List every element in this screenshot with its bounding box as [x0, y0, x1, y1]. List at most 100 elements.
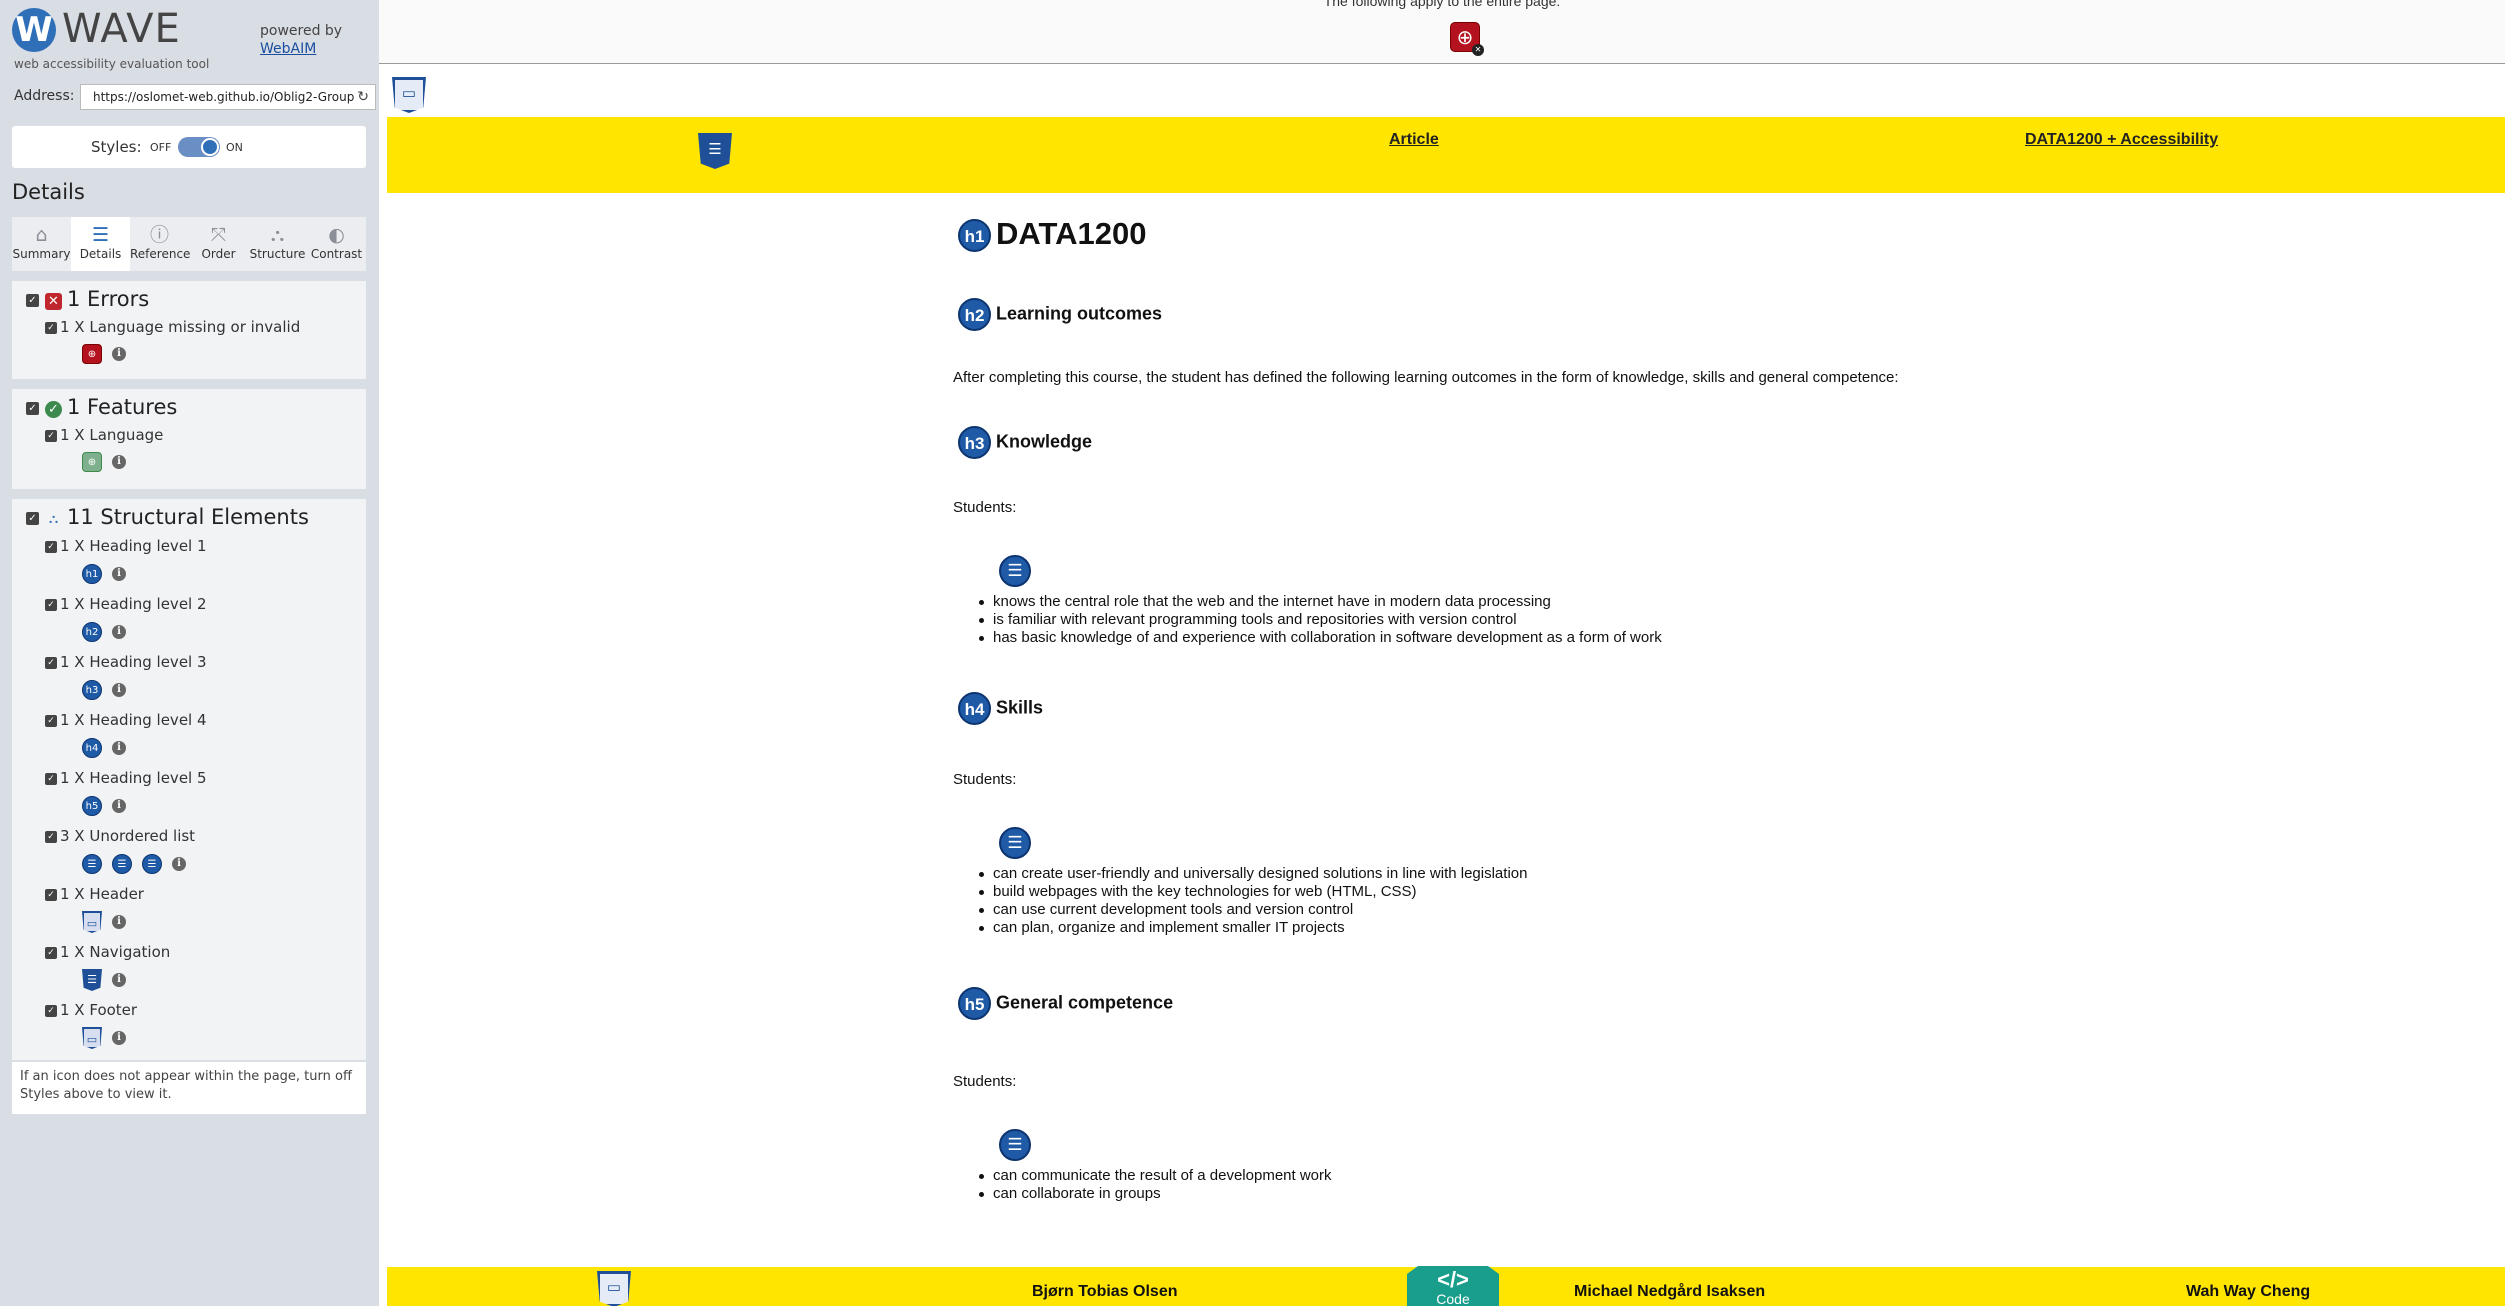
item-checkbox[interactable]: ✓	[45, 540, 57, 553]
wave-sidebar: W WAVE web accessibility evaluation tool…	[0, 0, 379, 1306]
page-heading-h4: h4 Skills	[958, 692, 1043, 725]
item-checkbox[interactable]: ✓	[45, 714, 57, 727]
feature-item-language[interactable]: ✓ 1 X Language	[45, 426, 163, 444]
info-icon[interactable]: i	[112, 454, 126, 469]
header-icon[interactable]: ▭	[82, 911, 102, 933]
heading-h1-icon[interactable]: h1	[958, 219, 991, 253]
errors-checkbox[interactable]: ✓	[26, 293, 39, 307]
wave-logo-subtitle: web accessibility evaluation tool	[14, 57, 210, 71]
heading-h5-icon[interactable]: h5	[82, 795, 102, 816]
item-checkbox[interactable]: ✓	[45, 598, 57, 611]
h5-icons: h5 i	[82, 795, 126, 819]
structure-item-footer[interactable]: ✓ 1 X Footer	[45, 1001, 137, 1019]
wave-logo[interactable]: W WAVE web accessibility evaluation tool…	[12, 6, 367, 72]
item-checkbox[interactable]: ✓	[45, 772, 57, 785]
heading-h4-icon[interactable]: h4	[958, 692, 991, 725]
errors-section: ✓ ✕ 1 Errors ✓ 1 X Language missing or inva…	[12, 281, 366, 379]
code-badge[interactable]: </> Code	[1407, 1266, 1499, 1306]
item-checkbox[interactable]: ✓	[45, 888, 57, 901]
features-heading[interactable]: ✓ ✓ 1 Features	[26, 395, 177, 419]
webaim-link[interactable]: WebAIM	[260, 40, 342, 58]
info-icon[interactable]: i	[112, 973, 126, 987]
error-item-checkbox[interactable]: ✓	[45, 321, 57, 334]
info-icon[interactable]: i	[112, 740, 126, 755]
language-feature-icon[interactable]: ⊕	[82, 451, 102, 472]
info-icon[interactable]: i	[112, 682, 126, 697]
errors-heading[interactable]: ✓ ✕ 1 Errors	[26, 287, 149, 311]
code-icon: </>	[1437, 1267, 1469, 1292]
language-error-icon[interactable]: ⊕	[82, 343, 102, 364]
item-checkbox[interactable]: ✓	[45, 946, 57, 959]
structure-icon: ⛬	[270, 224, 285, 246]
list-item: can use current development tools and ve…	[978, 901, 1527, 919]
tab-structure[interactable]: ⛬ Structure	[248, 217, 307, 271]
structure-item-h2[interactable]: ✓ 1 X Heading level 2	[45, 595, 207, 613]
list-item: can communicate the result of a developm…	[979, 1167, 1332, 1184]
info-icon[interactable]: i	[112, 624, 126, 639]
info-icon[interactable]: i	[172, 856, 186, 871]
features-title: 1 Features	[67, 395, 178, 419]
structure-checkbox[interactable]: ✓	[26, 511, 39, 525]
styles-off-label: OFF	[150, 141, 172, 154]
unordered-list-icon[interactable]: ☰	[999, 1129, 1031, 1161]
page-level-bar: The following apply to the entire page: …	[379, 0, 2505, 64]
unordered-list-icon[interactable]: ☰	[82, 853, 102, 874]
info-icon[interactable]: i	[112, 915, 126, 929]
structure-item-nav[interactable]: ✓ 1 X Navigation	[45, 943, 170, 961]
footer-name: Michael Nedgård Isaksen	[1574, 1283, 1766, 1300]
error-item-language[interactable]: ✓ 1 X Language missing or invalid	[45, 318, 300, 336]
reload-icon[interactable]: ↻	[357, 85, 369, 109]
header-landmark[interactable]: ▭	[392, 77, 426, 113]
tab-order[interactable]: ⤧ Order	[189, 217, 248, 271]
h3-text: Knowledge	[996, 431, 1093, 452]
heading-h2-icon[interactable]: h2	[958, 298, 991, 331]
info-icon[interactable]: i	[112, 798, 126, 813]
unordered-list-icon[interactable]: ☰	[999, 827, 1031, 859]
structure-item-h1[interactable]: ✓ 1 X Heading level 1	[45, 537, 207, 555]
heading-h1-icon[interactable]: h1	[82, 563, 102, 584]
features-checkbox[interactable]: ✓	[26, 401, 39, 415]
structure-item-ul[interactable]: ✓ 3 X Unordered list	[45, 827, 195, 845]
navigation-icon[interactable]: ☰	[82, 969, 102, 991]
feature-item-checkbox[interactable]: ✓	[45, 429, 57, 442]
unordered-list-icon[interactable]: ☰	[112, 853, 132, 874]
h3-icons: h3 i	[82, 679, 126, 703]
wave-logo-title: WAVE	[62, 6, 181, 52]
feature-icons: ⊕ i	[82, 451, 126, 475]
item-checkbox[interactable]: ✓	[45, 1004, 57, 1017]
item-checkbox[interactable]: ✓	[45, 656, 57, 669]
heading-h3-icon[interactable]: h3	[82, 679, 102, 700]
styles-on-label: ON	[226, 141, 243, 154]
footer-icon[interactable]: ▭	[82, 1027, 102, 1049]
info-icon[interactable]: i	[112, 566, 126, 581]
heading-h2-icon[interactable]: h2	[82, 621, 102, 642]
item-checkbox[interactable]: ✓	[45, 830, 57, 843]
structure-item-header[interactable]: ✓ 1 X Header	[45, 885, 144, 903]
nav-link-data1200[interactable]: DATA1200 + Accessibility	[2025, 131, 2218, 149]
error-icons: ⊕ i	[82, 343, 126, 367]
info-icon[interactable]: i	[112, 1031, 126, 1045]
tab-contrast[interactable]: ◐ Contrast	[307, 217, 366, 271]
tab-details[interactable]: ☰ Details	[71, 217, 130, 271]
tab-label: Structure	[249, 247, 306, 261]
tab-summary[interactable]: ⌂ Summary	[12, 217, 71, 271]
navigation-landmark[interactable]: ☰	[698, 133, 732, 169]
unordered-list-icon[interactable]: ☰	[999, 555, 1031, 587]
structure-item-h4[interactable]: ✓ 1 X Heading level 4	[45, 711, 207, 729]
info-icon[interactable]: i	[112, 346, 126, 361]
heading-h3-icon[interactable]: h3	[958, 426, 991, 459]
footer-landmark[interactable]: ▭	[597, 1271, 631, 1306]
structure-item-h5[interactable]: ✓ 1 X Heading level 5	[45, 769, 207, 787]
styles-toggle[interactable]	[178, 137, 220, 157]
structure-heading[interactable]: ✓ ⛬ 11 Structural Elements	[26, 505, 309, 529]
heading-h4-icon[interactable]: h4	[82, 737, 102, 758]
unordered-list-icon[interactable]: ☰	[142, 853, 162, 874]
tab-reference[interactable]: ⓘ Reference	[130, 217, 190, 271]
address-input[interactable]: https://oslomet-web.github.io/Oblig2-Gro…	[80, 84, 376, 110]
heading-h5-icon[interactable]: h5	[958, 987, 991, 1020]
errors-title: 1 Errors	[67, 287, 150, 311]
language-error-icon[interactable]: ⊕ ✕	[1450, 22, 1484, 56]
nav-link-article[interactable]: Article	[1389, 131, 1439, 149]
structure-item-h3[interactable]: ✓ 1 X Heading level 3	[45, 653, 207, 671]
item-label: 1 X Footer	[60, 1001, 138, 1019]
